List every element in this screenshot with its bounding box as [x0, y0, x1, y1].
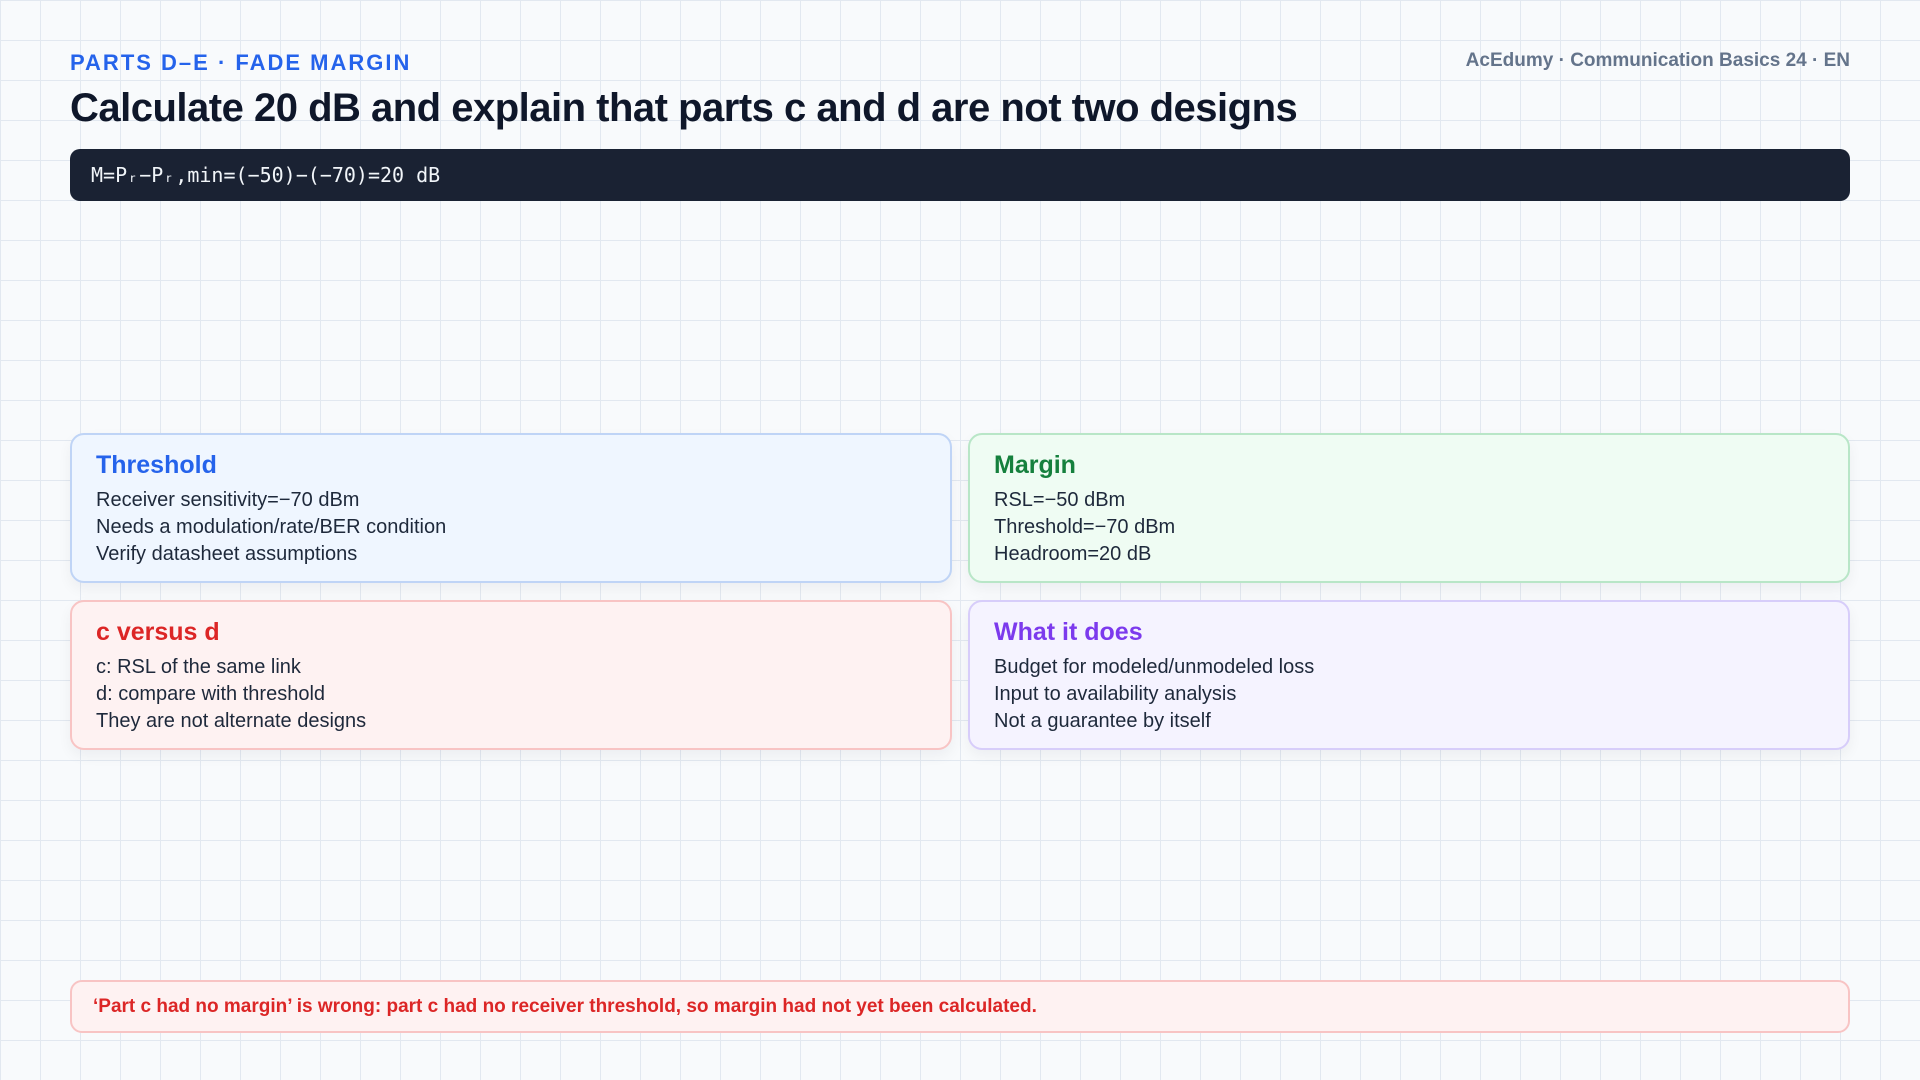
card-line: c: RSL of the same link — [96, 655, 301, 678]
card-title: Margin — [994, 451, 1076, 479]
section-kicker: PARTS D–E · FADE MARGIN — [70, 50, 412, 75]
card-line: d: compare with threshold — [96, 682, 326, 705]
card-line: Not a guarantee by itself — [994, 709, 1211, 732]
card-line: Needs a modulation/rate/BER condition — [96, 515, 447, 538]
warning-note-text: ‘Part c had no margin’ is wrong: part c … — [93, 995, 1037, 1017]
formula-bar: M=Pᵣ−Pᵣ,min=(−50)−(−70)=20 dB — [70, 149, 1850, 201]
page-title: Calculate 20 dB and explain that parts c… — [70, 86, 1298, 130]
course-brand: AcEdumy · Communication Basics 24 · EN — [1465, 50, 1850, 71]
card-line: Verify datasheet assumptions — [96, 542, 358, 565]
card-title: c versus d — [96, 618, 220, 646]
card-line: RSL=−50 dBm — [994, 488, 1126, 511]
card-line: Budget for modeled/unmodeled loss — [994, 655, 1315, 678]
card-line: They are not alternate designs — [96, 709, 367, 732]
card-grid: Threshold Receiver sensitivity=−70 dBm N… — [70, 433, 1850, 750]
card-line: Headroom=20 dB — [994, 542, 1152, 565]
card-line: Threshold=−70 dBm — [994, 515, 1176, 538]
card-margin: Margin RSL=−50 dBm Threshold=−70 dBm Hea… — [968, 433, 1850, 583]
formula-text: M=Pᵣ−Pᵣ,min=(−50)−(−70)=20 dB — [91, 163, 441, 187]
card-title: Threshold — [96, 451, 217, 479]
card-line: Receiver sensitivity=−70 dBm — [96, 488, 360, 511]
card-threshold: Threshold Receiver sensitivity=−70 dBm N… — [70, 433, 952, 583]
card-c-versus-d: c versus d c: RSL of the same link d: co… — [70, 600, 952, 750]
card-line: Input to availability analysis — [994, 682, 1237, 705]
slide: PARTS D–E · FADE MARGIN AcEdumy · Commun… — [0, 0, 1920, 1080]
card-what-it-does: What it does Budget for modeled/unmodele… — [968, 600, 1850, 750]
card-title: What it does — [994, 618, 1143, 646]
warning-note: ‘Part c had no margin’ is wrong: part c … — [70, 980, 1850, 1033]
